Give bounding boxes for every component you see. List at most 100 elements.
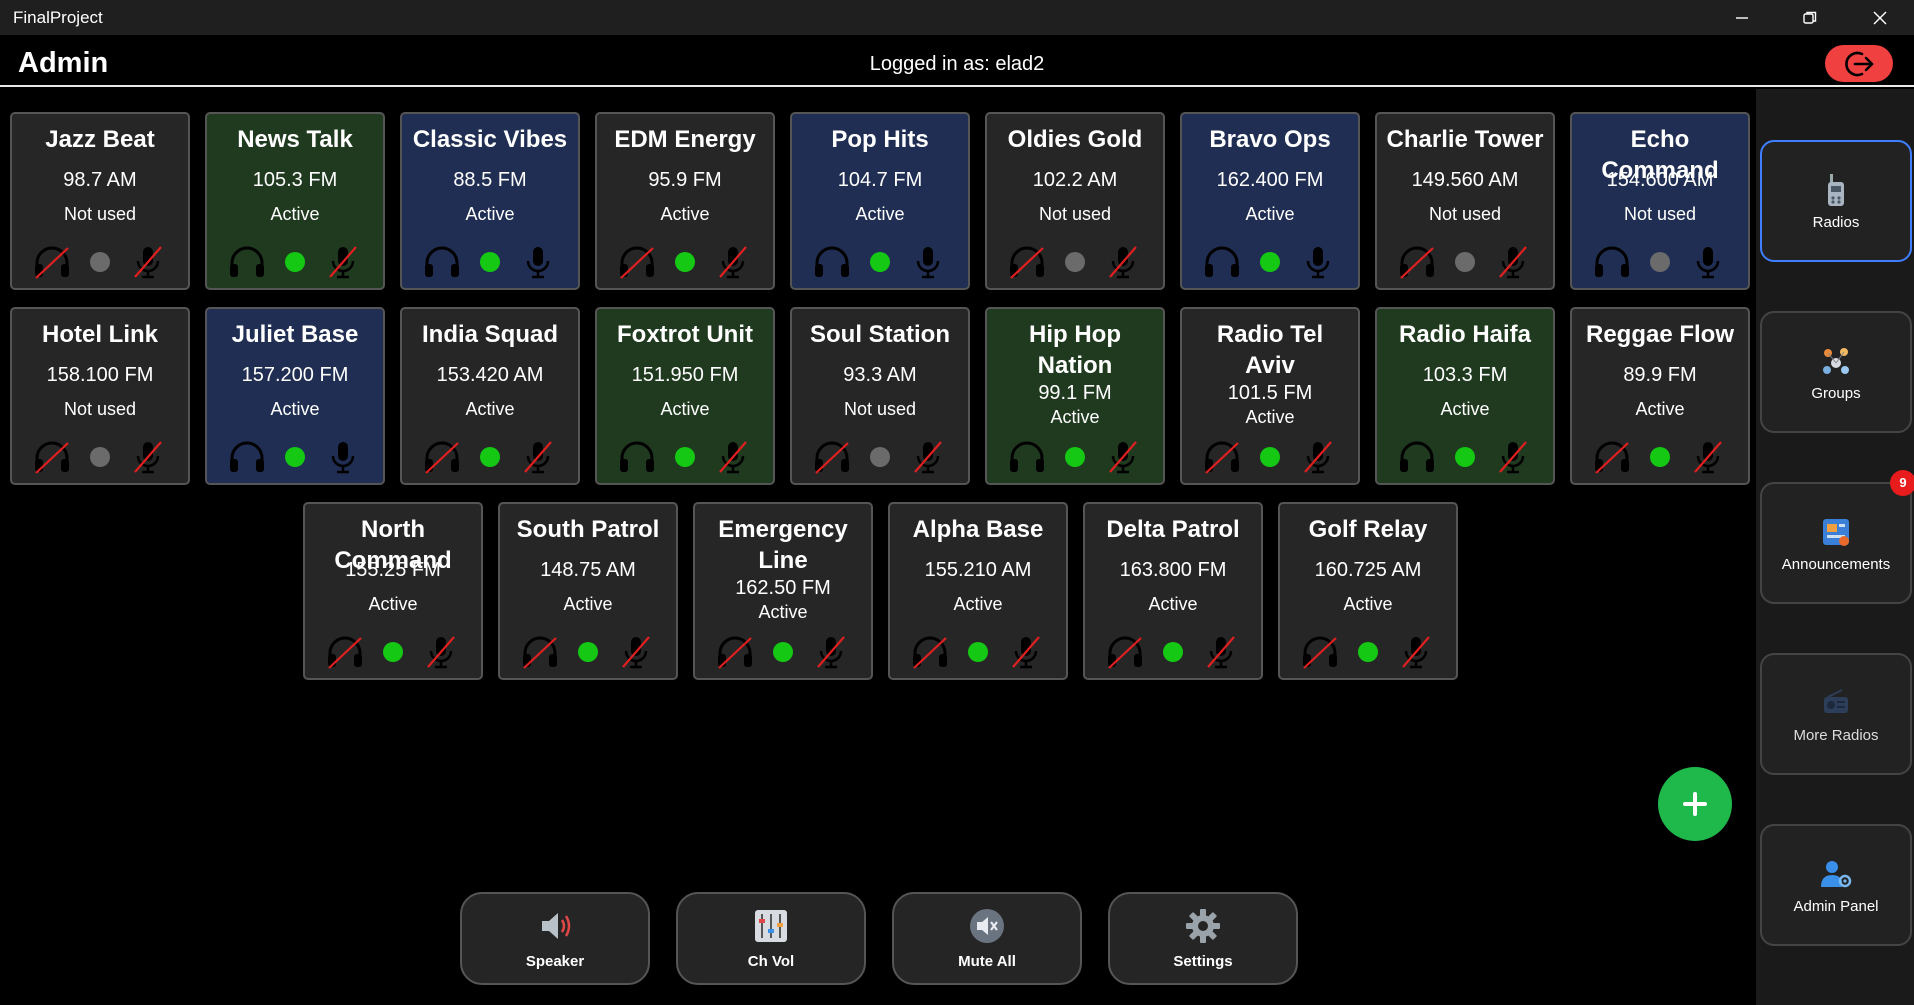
headphones-off-icon[interactable] <box>1592 439 1632 475</box>
headphones-off-icon[interactable] <box>422 439 462 475</box>
headphones-off-icon[interactable] <box>325 634 365 670</box>
radio-card[interactable]: Oldies Gold 102.2 AM Not used <box>985 112 1165 290</box>
headphones-icon[interactable] <box>1592 244 1632 280</box>
headphones-off-icon[interactable] <box>520 634 560 670</box>
microphone-icon[interactable] <box>520 244 556 280</box>
headphones-off-icon[interactable] <box>1300 634 1340 670</box>
radio-card[interactable]: Bravo Ops 162.400 FM Active <box>1180 112 1360 290</box>
radio-card[interactable]: Soul Station 93.3 AM Not used <box>790 307 970 485</box>
microphone-off-icon[interactable] <box>1495 439 1531 475</box>
headphones-icon[interactable] <box>1007 439 1047 475</box>
radio-card[interactable]: Hip Hop Nation 99.1 FM Active <box>985 307 1165 485</box>
radio-status: Active <box>465 204 515 224</box>
sidebar-item-label: Announcements <box>1781 556 1891 573</box>
radio-card[interactable]: South Patrol 148.75 AM Active <box>498 502 678 680</box>
radio-card[interactable]: Juliet Base 157.200 FM Active <box>205 307 385 485</box>
sidebar-item-radios[interactable]: Radios <box>1760 140 1912 262</box>
radio-frequency: 153.420 AM <box>436 364 544 386</box>
headphones-off-icon[interactable] <box>32 439 72 475</box>
microphone-off-icon[interactable] <box>325 244 361 280</box>
radio-card[interactable]: Foxtrot Unit 151.950 FM Active <box>595 307 775 485</box>
radio-card[interactable]: Echo Command 154.600 AM Not used <box>1570 112 1750 290</box>
add-radio-button[interactable] <box>1658 767 1732 841</box>
microphone-off-icon[interactable] <box>1398 634 1434 670</box>
sidebar-item-admin-panel[interactable]: Admin Panel <box>1760 824 1912 946</box>
headphones-off-icon[interactable] <box>812 439 852 475</box>
radio-frequency: 160.725 AM <box>1314 559 1422 581</box>
radio-controls <box>792 437 968 477</box>
radio-controls <box>987 437 1163 477</box>
microphone-off-icon[interactable] <box>1300 439 1336 475</box>
radio-card[interactable]: News Talk 105.3 FM Active <box>205 112 385 290</box>
close-button[interactable] <box>1846 0 1914 35</box>
microphone-off-icon[interactable] <box>520 439 556 475</box>
headphones-off-icon[interactable] <box>617 244 657 280</box>
status-dot <box>870 447 890 467</box>
headphones-off-icon[interactable] <box>910 634 950 670</box>
sidebar-item-more-radios[interactable]: More Radios <box>1760 653 1912 775</box>
microphone-icon[interactable] <box>325 439 361 475</box>
microphone-off-icon[interactable] <box>715 439 751 475</box>
radio-controls <box>305 632 481 672</box>
sidebar: Radios Groups Announcements More Radios <box>1756 89 1914 1005</box>
microphone-off-icon[interactable] <box>813 634 849 670</box>
sidebar-item-groups[interactable]: Groups <box>1760 311 1912 433</box>
radio-card[interactable]: Jazz Beat 98.7 AM Not used <box>10 112 190 290</box>
radio-card[interactable]: Hotel Link 158.100 FM Not used <box>10 307 190 485</box>
headphones-icon[interactable] <box>227 439 267 475</box>
minimize-button[interactable] <box>1708 0 1776 35</box>
mute-all-button[interactable]: Mute All <box>892 892 1082 985</box>
microphone-off-icon[interactable] <box>910 439 946 475</box>
headphones-off-icon[interactable] <box>715 634 755 670</box>
radio-card[interactable]: EDM Energy 95.9 FM Active <box>595 112 775 290</box>
headphones-icon[interactable] <box>422 244 462 280</box>
headphones-icon[interactable] <box>227 244 267 280</box>
speaker-button[interactable]: Speaker <box>460 892 650 985</box>
microphone-off-icon[interactable] <box>1203 634 1239 670</box>
sidebar-item-announcements[interactable]: Announcements <box>1760 482 1912 604</box>
channel-volume-button[interactable]: Ch Vol <box>676 892 866 985</box>
radio-frequency: 148.75 AM <box>540 559 636 581</box>
headphones-icon[interactable] <box>617 439 657 475</box>
microphone-icon[interactable] <box>910 244 946 280</box>
microphone-off-icon[interactable] <box>1105 439 1141 475</box>
microphone-off-icon[interactable] <box>715 244 751 280</box>
radio-card[interactable]: North Command 155.25 FM Active <box>303 502 483 680</box>
microphone-off-icon[interactable] <box>618 634 654 670</box>
radio-card[interactable]: Pop Hits 104.7 FM Active <box>790 112 970 290</box>
headphones-off-icon[interactable] <box>1397 244 1437 280</box>
radio-card[interactable]: Radio Haifa 103.3 FM Active <box>1375 307 1555 485</box>
headphones-icon[interactable] <box>1397 439 1437 475</box>
microphone-icon[interactable] <box>1690 244 1726 280</box>
headphones-off-icon[interactable] <box>1105 634 1145 670</box>
radio-card[interactable]: Radio Tel Aviv 101.5 FM Active <box>1180 307 1360 485</box>
microphone-icon[interactable] <box>1300 244 1336 280</box>
microphone-off-icon[interactable] <box>1008 634 1044 670</box>
radio-card[interactable]: Emergency Line 162.50 FM Active <box>693 502 873 680</box>
microphone-off-icon[interactable] <box>1105 244 1141 280</box>
microphone-off-icon[interactable] <box>423 634 459 670</box>
logout-button[interactable] <box>1825 45 1893 82</box>
settings-button[interactable]: Settings <box>1108 892 1298 985</box>
radio-status: Active <box>660 399 710 419</box>
radio-card[interactable]: Reggae Flow 89.9 FM Active <box>1570 307 1750 485</box>
radio-card[interactable]: Alpha Base 155.210 AM Active <box>888 502 1068 680</box>
restore-button[interactable] <box>1776 0 1844 35</box>
microphone-off-icon[interactable] <box>130 439 166 475</box>
headphones-icon[interactable] <box>1202 244 1242 280</box>
radio-card[interactable]: India Squad 153.420 AM Active <box>400 307 580 485</box>
radio-card[interactable]: Classic Vibes 88.5 FM Active <box>400 112 580 290</box>
status-dot <box>1650 252 1670 272</box>
headphones-off-icon[interactable] <box>32 244 72 280</box>
radio-status: Active <box>1343 594 1393 614</box>
headphones-off-icon[interactable] <box>1202 439 1242 475</box>
radio-card[interactable]: Delta Patrol 163.800 FM Active <box>1083 502 1263 680</box>
microphone-off-icon[interactable] <box>130 244 166 280</box>
microphone-off-icon[interactable] <box>1495 244 1531 280</box>
headphones-icon[interactable] <box>812 244 852 280</box>
radio-card[interactable]: Charlie Tower 149.560 AM Not used <box>1375 112 1555 290</box>
radio-card[interactable]: Golf Relay 160.725 AM Active <box>1278 502 1458 680</box>
headphones-off-icon[interactable] <box>1007 244 1047 280</box>
radio-controls <box>1280 632 1456 672</box>
microphone-off-icon[interactable] <box>1690 439 1726 475</box>
